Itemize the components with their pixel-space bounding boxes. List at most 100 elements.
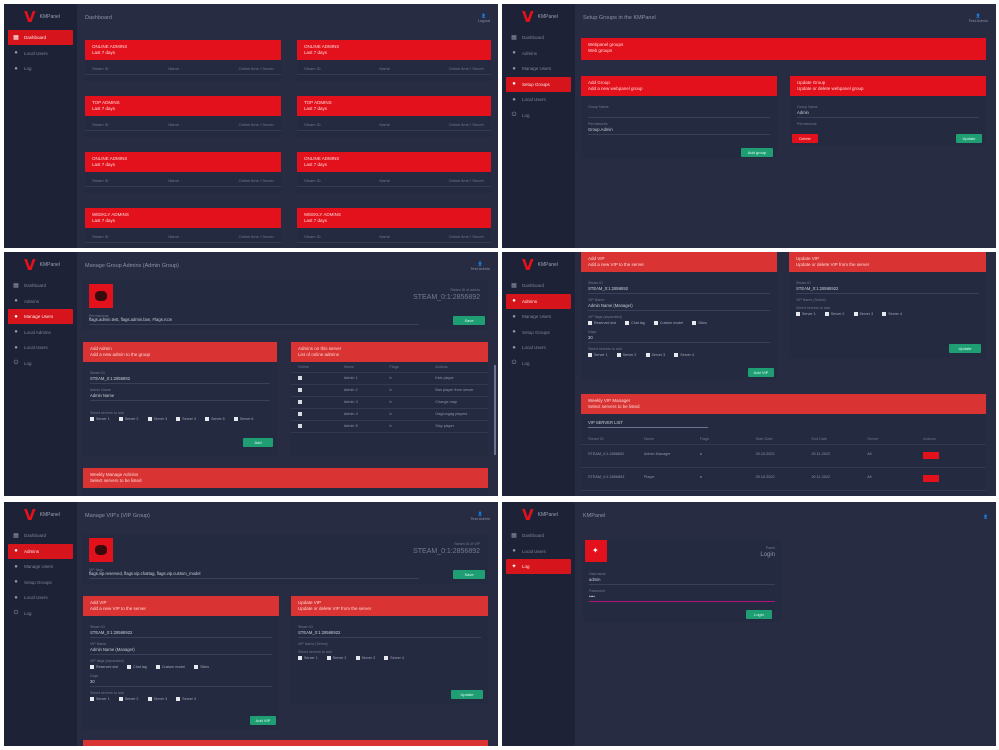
delete-group-button[interactable]: Delete [792, 134, 818, 143]
login-button[interactable]: Login [746, 610, 772, 619]
checkbox[interactable] [298, 388, 302, 392]
vip-name-select[interactable]: VIP Name (Select) [298, 642, 481, 646]
update-vip-button[interactable]: Update [949, 344, 981, 353]
flag-checkbox[interactable]: Custom model [653, 321, 683, 325]
permissions-input[interactable]: flags.admin.test, flags.admin.ban, Flags… [89, 317, 419, 325]
server-checkbox[interactable]: Server 3 [147, 417, 167, 421]
checkbox[interactable] [298, 376, 302, 380]
vip-name-input[interactable]: Admin Name (Manager) [90, 647, 272, 655]
sidebar-item-setup-groups[interactable]: ● Setup Groups [4, 575, 77, 590]
checkbox[interactable] [298, 424, 302, 428]
flag-checkbox[interactable]: Skins [692, 321, 707, 325]
sidebar-item-manage-users[interactable]: ● Manage Users [502, 309, 575, 324]
sidebar-item-manage-users[interactable]: ● Manage Users [8, 309, 73, 324]
user-menu[interactable]: 👤 Test Admin [968, 13, 988, 23]
server-checkbox[interactable]: Server 2 [824, 312, 844, 316]
delete-vip-button[interactable] [923, 452, 940, 459]
sidebar-item-local-users[interactable]: ● Local Users [4, 590, 77, 605]
add-admin-button[interactable]: Add [243, 438, 273, 447]
sidebar-item-manage-users[interactable]: ● Manage Users [4, 559, 77, 574]
table-row[interactable]: Admin 1 b Kick player [291, 373, 488, 385]
update-group-button[interactable]: Update [956, 134, 982, 143]
sidebar-item-setup-groups[interactable]: ● Setup Groups [506, 76, 571, 92]
save-button[interactable]: Save [453, 570, 485, 579]
vip-name-input[interactable]: Admin Name (Manager) [588, 303, 770, 311]
server-checkbox[interactable]: Server 3 [147, 697, 167, 701]
server-checkbox[interactable]: Server 2 [326, 656, 346, 660]
sidebar-item-log[interactable]: ● Log [4, 61, 77, 76]
sidebar-item-login[interactable]: ✦ Log [506, 559, 571, 574]
vip-name-select[interactable]: VIP Name (Select) [796, 298, 979, 302]
sidebar-item-dashboard[interactable]: ▦ Dashboard [8, 30, 73, 45]
steam-id-input[interactable]: STEAM_0:1:28568922 [796, 286, 979, 294]
user-menu[interactable]: 👤 Logout [478, 13, 490, 23]
search-input[interactable]: VIP SERVER LIST [588, 420, 708, 428]
group-name-input[interactable] [588, 110, 770, 118]
server-checkbox[interactable]: Server 2 [616, 353, 636, 357]
server-checkbox[interactable]: Server 3 [355, 656, 375, 660]
sidebar-item-dashboard[interactable]: ▦ Dashboard [502, 30, 575, 45]
sidebar-item-setup-groups[interactable]: ● Setup Groups [502, 325, 575, 340]
steam-id-input[interactable]: STEAM_0:1:28568922 [298, 630, 481, 638]
permissions-input[interactable]: Group.Admin [588, 127, 770, 135]
vip-flags-input[interactable]: flags.vip.reserved, flags.vip.chattag, f… [89, 571, 419, 579]
flag-checkbox[interactable]: Custom model [155, 665, 185, 669]
sidebar-item-logout[interactable]: ⏻ Log [4, 606, 77, 621]
admin-name-input[interactable]: Admin Name [90, 393, 270, 401]
steam-id-input[interactable]: STEAM_0:1:2856892 [588, 286, 770, 294]
sidebar-item-dashboard[interactable]: ▦ Dashboard [4, 528, 77, 543]
add-vip-button[interactable]: Add VIP [250, 716, 276, 725]
days-input[interactable]: 30 [90, 679, 272, 687]
scrollbar[interactable] [494, 365, 496, 455]
checkbox[interactable] [298, 400, 302, 404]
sidebar-item-local-users[interactable]: ● Local Users [502, 340, 575, 355]
server-checkbox[interactable]: Server 6 [233, 417, 253, 421]
checkbox[interactable] [298, 412, 302, 416]
sidebar-item-local-users[interactable]: ● Local Users [4, 46, 77, 61]
server-checkbox[interactable]: Server 1 [796, 312, 816, 316]
steam-id-input[interactable]: STEAM_0:1:2856892 [90, 376, 270, 384]
server-checkbox[interactable]: Server 5 [205, 417, 225, 421]
server-checkbox[interactable]: Server 1 [90, 697, 110, 701]
steam-id-input[interactable]: STEAM_0:1:28568922 [90, 630, 272, 638]
sidebar-item-manage-users[interactable]: ● Manage Users [502, 61, 575, 76]
server-checkbox[interactable]: Server 4 [674, 353, 694, 357]
flag-checkbox[interactable]: Chat tag [127, 665, 147, 669]
user-menu[interactable]: 👤 [983, 514, 988, 519]
flag-checkbox[interactable]: Chat tag [625, 321, 645, 325]
sidebar-item-logout[interactable]: ⏻ Log [502, 108, 575, 123]
server-checkbox[interactable]: Server 3 [853, 312, 873, 316]
save-button[interactable]: Save [453, 316, 485, 325]
update-group-name[interactable]: Admin [797, 110, 979, 118]
password-input[interactable]: •••• [589, 594, 775, 602]
server-checkbox[interactable]: Server 4 [882, 312, 902, 316]
table-row[interactable]: Admin 5 b Slay player [291, 421, 488, 433]
table-row[interactable]: Admin 3 b Change map [291, 397, 488, 409]
user-menu[interactable]: 👤 Test Admin [470, 261, 490, 271]
sidebar-item-dashboard[interactable]: ▦ Dashboard [4, 278, 77, 293]
server-checkbox[interactable]: Server 3 [645, 353, 665, 357]
sidebar-item-dashboard[interactable]: ▦ Dashboard [502, 528, 575, 543]
table-row[interactable]: Admin 4 b Gag/ungag players [291, 409, 488, 421]
sidebar-item-local-users[interactable]: ● Local Users [502, 544, 575, 559]
flag-checkbox[interactable]: Reserved slot [90, 665, 118, 669]
flag-checkbox[interactable]: Reserved slot [588, 321, 616, 325]
server-checkbox[interactable]: Server 4 [176, 417, 196, 421]
server-checkbox[interactable]: Server 2 [118, 697, 138, 701]
update-vip-button[interactable]: Update [451, 690, 483, 699]
days-input[interactable]: 30 [588, 335, 770, 343]
add-vip-button[interactable]: Add VIP [748, 368, 774, 377]
server-checkbox[interactable]: Server 1 [90, 417, 110, 421]
sidebar-item-admins[interactable]: ● Admins [8, 543, 73, 559]
server-checkbox[interactable]: Server 2 [118, 417, 138, 421]
sidebar-item-logout[interactable]: ⏻ Log [4, 356, 77, 371]
sidebar-item-admins[interactable]: ● Admins [506, 293, 571, 309]
server-checkbox[interactable]: Server 1 [588, 353, 608, 357]
sidebar-item-local-users[interactable]: ● Local Users [502, 92, 575, 107]
add-group-button[interactable]: Add group [741, 148, 773, 157]
sidebar-item-admins[interactable]: ● Admins [4, 294, 77, 309]
delete-vip-button[interactable] [923, 475, 940, 482]
sidebar-item-local-admins[interactable]: ● Local Admins [4, 325, 77, 340]
flag-checkbox[interactable]: Skins [194, 665, 209, 669]
sidebar-item-admins[interactable]: ● Admins [502, 46, 575, 61]
